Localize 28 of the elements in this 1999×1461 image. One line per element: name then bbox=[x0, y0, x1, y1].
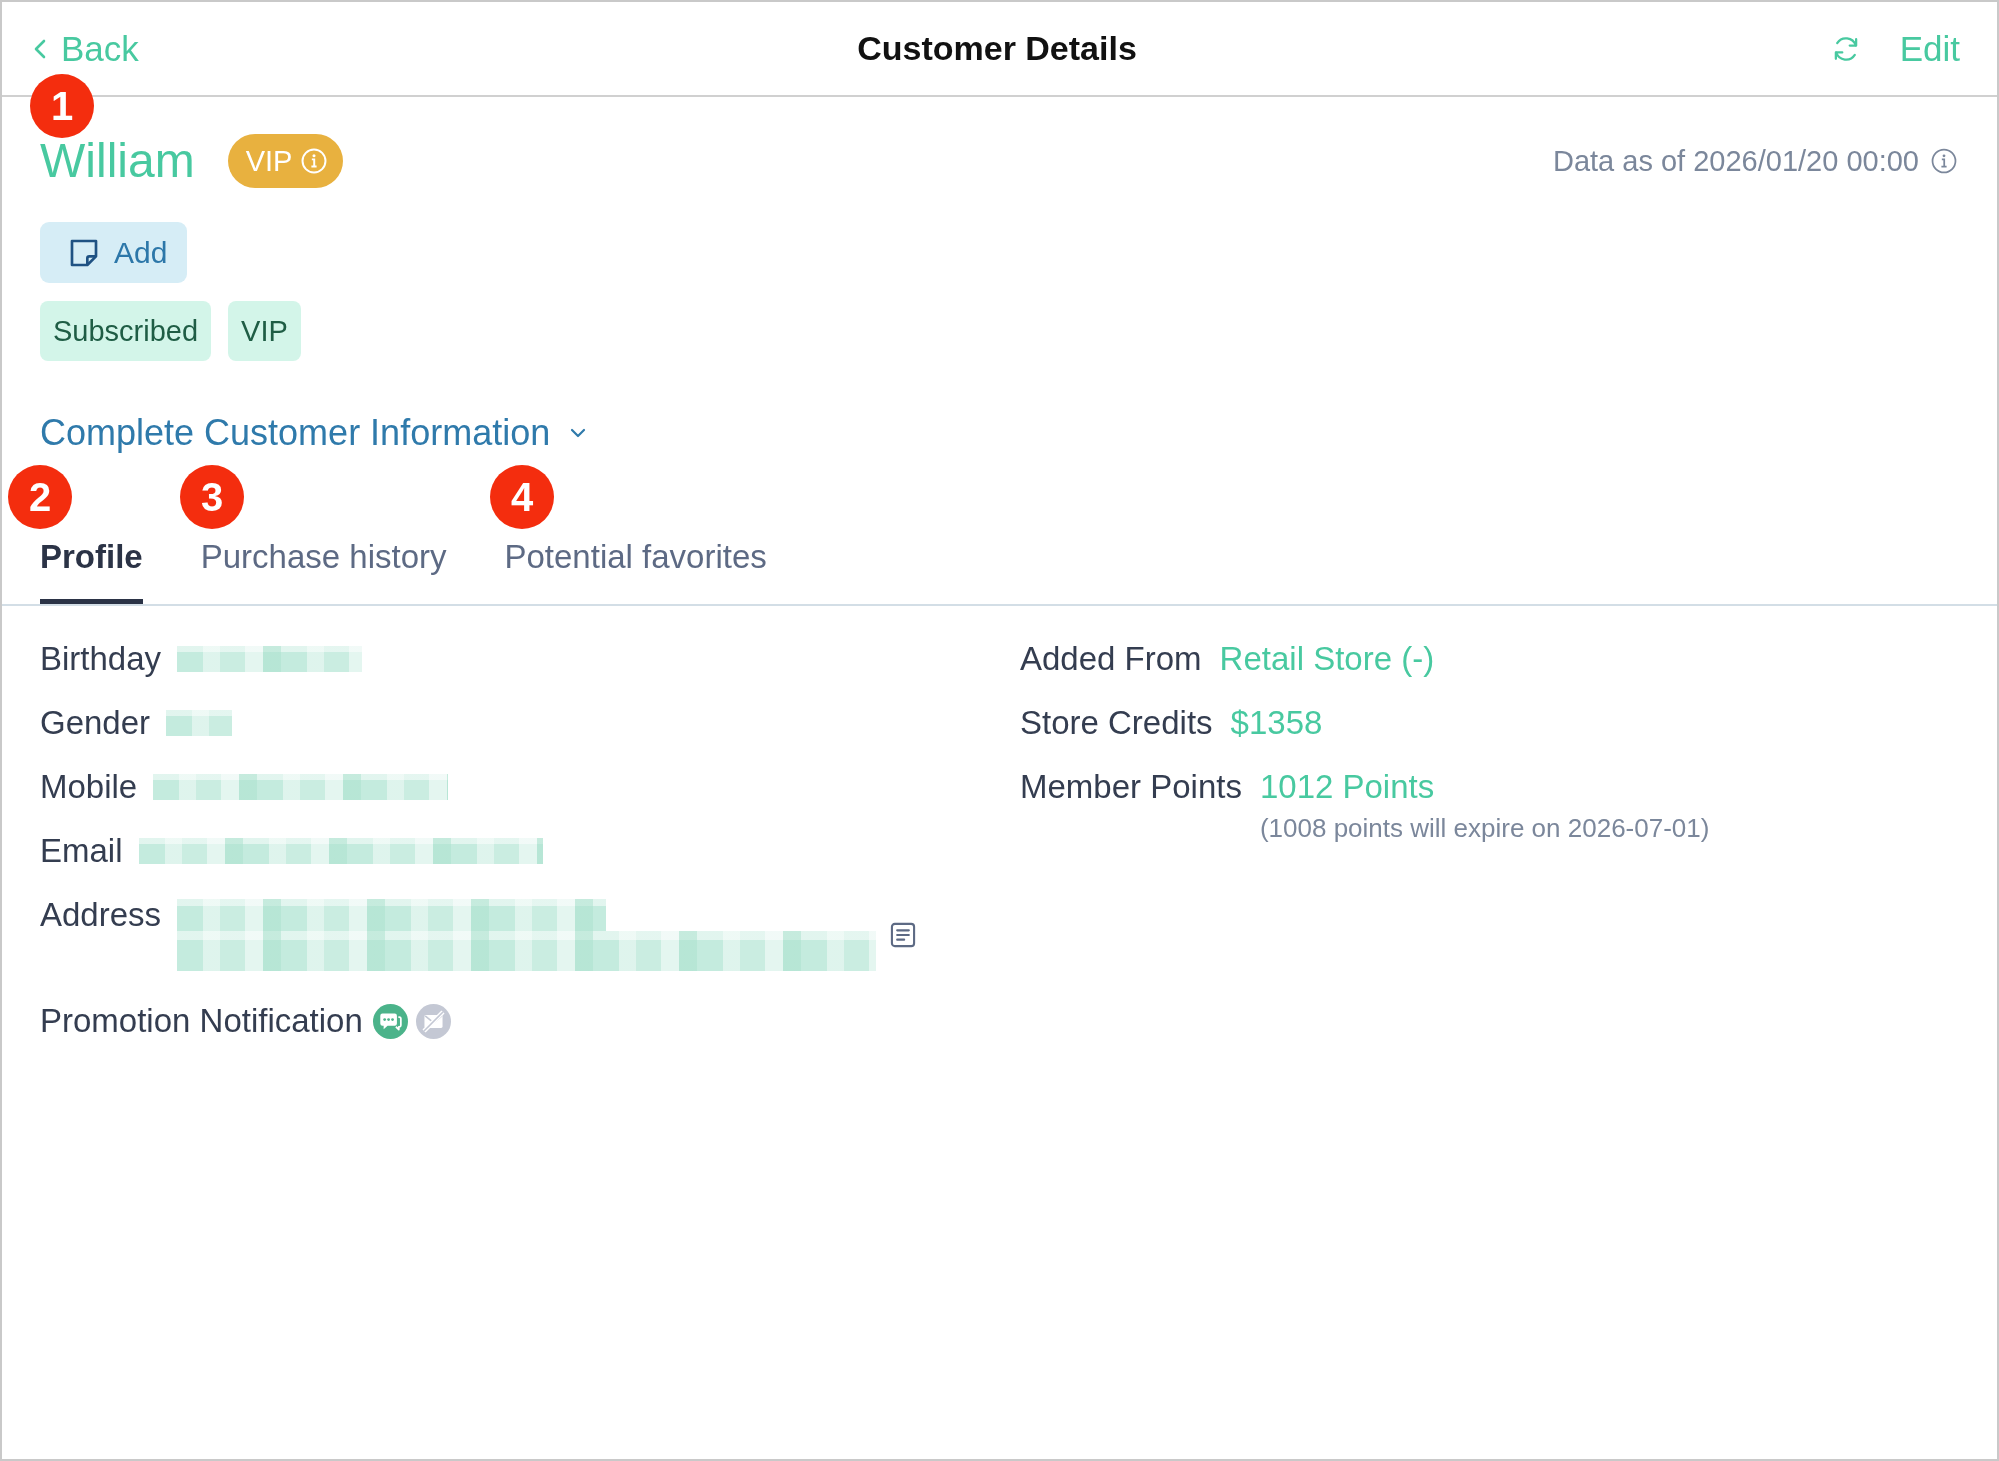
field-value: $1358 bbox=[1230, 703, 1323, 743]
points-expiry-note: (1008 points will expire on 2026-07-01) bbox=[1259, 813, 1710, 843]
field-value: Retail Store (-) bbox=[1219, 639, 1435, 679]
customer-tag: Subscribed bbox=[40, 301, 212, 361]
info-icon[interactable] bbox=[1931, 148, 1957, 174]
field-label: Mobile bbox=[40, 767, 138, 807]
field-label: Birthday bbox=[40, 639, 162, 679]
field-label: Member Points bbox=[1020, 767, 1242, 807]
screen-title: Customer Details bbox=[857, 29, 1137, 68]
field-label: Address bbox=[40, 895, 162, 935]
info-icon bbox=[301, 148, 328, 174]
field-label: Promotion Notification bbox=[40, 1001, 363, 1041]
step-marker: 4 bbox=[490, 465, 554, 529]
step-marker: 2 bbox=[8, 465, 72, 529]
step-marker: 3 bbox=[180, 465, 244, 529]
chevron-left-icon bbox=[34, 38, 46, 59]
field-label: Gender bbox=[40, 703, 151, 743]
step-marker: 1 bbox=[30, 74, 94, 138]
field-label: Store Credits bbox=[1020, 703, 1213, 743]
complete-info-link[interactable]: Complete Customer Information bbox=[40, 411, 587, 455]
field-value: 1012 Points bbox=[1259, 767, 1436, 807]
redacted-value bbox=[166, 710, 233, 736]
data-timestamp: Data as of 2026/01/20 00:00 bbox=[1553, 144, 1919, 178]
document-icon[interactable] bbox=[889, 921, 918, 949]
field-label: Email bbox=[40, 831, 123, 871]
field-label: Added From bbox=[1020, 639, 1202, 679]
add-note-button[interactable]: Add bbox=[40, 222, 188, 283]
customer-tag: VIP bbox=[228, 301, 301, 361]
